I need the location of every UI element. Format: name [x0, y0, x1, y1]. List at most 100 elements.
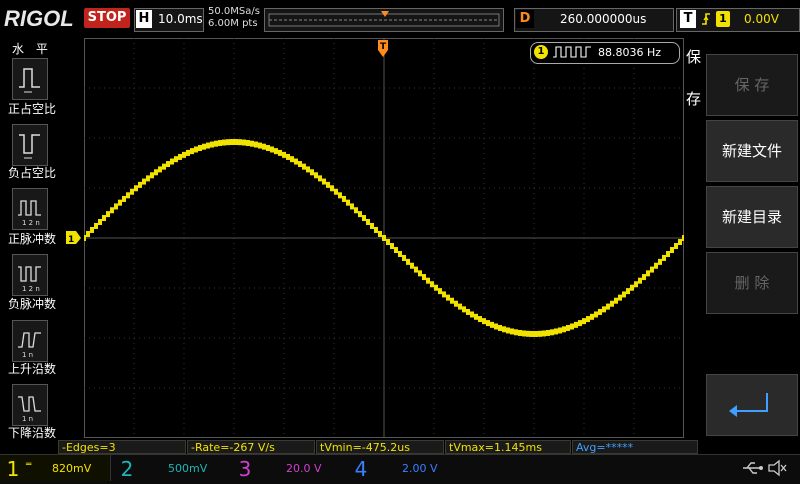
- waveform-point: [590, 313, 594, 320]
- rising-edge-count-label: 上升沿数: [7, 362, 56, 376]
- waveform-point: [538, 330, 542, 337]
- ch3-scale: 20.0 V: [286, 462, 322, 475]
- menu-title-1: 保: [686, 48, 702, 66]
- waveform-point: [366, 218, 370, 225]
- waveform-point: [234, 139, 238, 146]
- rising-edge-count-icon[interactable]: 1 n: [12, 320, 48, 362]
- new-folder-button[interactable]: 新建目录: [706, 186, 798, 248]
- falling-edge-count-icon[interactable]: 1 n: [12, 384, 48, 426]
- trigger-time-marker-icon: T: [378, 40, 388, 57]
- waveform-point: [322, 178, 326, 185]
- pos-pulse-count-icon[interactable]: 1 2 n: [12, 188, 48, 230]
- waveform-point: [174, 156, 178, 163]
- neg-pulse-count-icon[interactable]: 1 2 n: [12, 254, 48, 296]
- waveform-point: [198, 145, 202, 152]
- run-stop-status[interactable]: STOP: [84, 8, 130, 28]
- waveform-point: [218, 140, 222, 147]
- pos-duty-label: 正占空比: [7, 102, 56, 116]
- timebase-value: 10.0ms: [158, 12, 203, 26]
- waveform-point: [522, 330, 526, 337]
- ch2-scale: 500mV: [168, 462, 208, 475]
- waveform-point: [390, 243, 394, 250]
- waveform-point: [494, 323, 498, 330]
- waveform-point: [126, 192, 130, 199]
- waveform-point: [406, 258, 410, 265]
- waveform-point: [534, 330, 538, 337]
- waveform-point: [158, 166, 162, 173]
- waveform-point: [594, 311, 598, 318]
- svg-text:1 2 n: 1 2 n: [22, 285, 40, 293]
- waveform-point: [546, 329, 550, 336]
- save-button[interactable]: 保 存: [706, 54, 798, 116]
- waveform-point: [166, 161, 170, 168]
- waveform-point: [598, 308, 602, 315]
- waveform-point: [654, 262, 658, 269]
- svg-text:1 n: 1 n: [22, 415, 33, 423]
- waveform-point: [206, 142, 210, 149]
- measurement-avg: Avg=*****: [572, 440, 698, 454]
- waveform-point: [434, 284, 438, 291]
- waveform-point: [506, 327, 510, 334]
- trigger-source-badge: 1: [716, 11, 730, 27]
- waveform-point: [438, 288, 442, 295]
- waveform-point: [394, 247, 398, 254]
- waveform-point: [326, 181, 330, 188]
- waveform-point: [346, 199, 350, 206]
- waveform-point: [182, 151, 186, 158]
- timebase-label: H: [136, 10, 152, 28]
- pos-pulse-count-label: 正脉冲数: [7, 232, 56, 246]
- delete-button[interactable]: 删 除: [706, 252, 798, 314]
- waveform-point: [118, 199, 122, 206]
- new-file-button[interactable]: 新建文件: [706, 120, 798, 182]
- return-arrow-icon: [729, 393, 768, 417]
- waveform-point: [502, 326, 506, 333]
- waveform-point: [634, 281, 638, 288]
- trigger-position-bar[interactable]: [264, 8, 504, 32]
- waveform-point: [374, 226, 378, 233]
- waveform-point: [566, 324, 570, 331]
- ch1-offset-marker-icon[interactable]: 1: [66, 231, 82, 245]
- waveform-point: [614, 297, 618, 304]
- waveform-point: [526, 330, 530, 337]
- waveform-point: [122, 195, 126, 202]
- waveform-point: [446, 294, 450, 301]
- waveform-point: [258, 142, 262, 149]
- waveform-point: [670, 247, 674, 254]
- waveform-point: [570, 323, 574, 330]
- neg-duty-icon[interactable]: [12, 124, 48, 166]
- waveform-point: [190, 148, 194, 155]
- waveform-point: [518, 329, 522, 336]
- waveform-point: [98, 218, 102, 225]
- waveform-point: [110, 207, 114, 214]
- waveform-point: [402, 254, 406, 261]
- waveform-point: [650, 266, 654, 273]
- waveform-point: [490, 321, 494, 328]
- waveform-point: [282, 151, 286, 158]
- waveform-point: [318, 175, 322, 182]
- return-button[interactable]: [706, 374, 798, 436]
- waveform-point: [154, 169, 158, 176]
- waveform-point: [662, 254, 666, 261]
- waveform-point: [602, 306, 606, 313]
- waveform-point: [646, 270, 650, 277]
- waveform-point: [334, 188, 338, 195]
- waveform-point: [606, 303, 610, 310]
- waveform-point: [678, 239, 682, 246]
- waveform-point: [138, 181, 142, 188]
- waveform-point: [162, 163, 166, 170]
- waveform-point: [514, 329, 518, 336]
- rising-edge-icon: [702, 13, 710, 25]
- waveform-point: [202, 143, 206, 150]
- waveform-point: [84, 235, 86, 241]
- sound-muted-icon[interactable]: [766, 459, 788, 477]
- waveform-point: [106, 211, 110, 218]
- waveform-point: [342, 195, 346, 202]
- measurement-tvmax: tVmax=1.145ms: [445, 440, 571, 454]
- waveform-point: [558, 327, 562, 334]
- pos-duty-icon[interactable]: [12, 58, 48, 100]
- trigger-label: T: [680, 10, 696, 28]
- waveform-point: [370, 222, 374, 229]
- waveform-point: [178, 153, 182, 160]
- ch4-number: 4: [354, 457, 368, 481]
- waveform-display[interactable]: [84, 38, 684, 438]
